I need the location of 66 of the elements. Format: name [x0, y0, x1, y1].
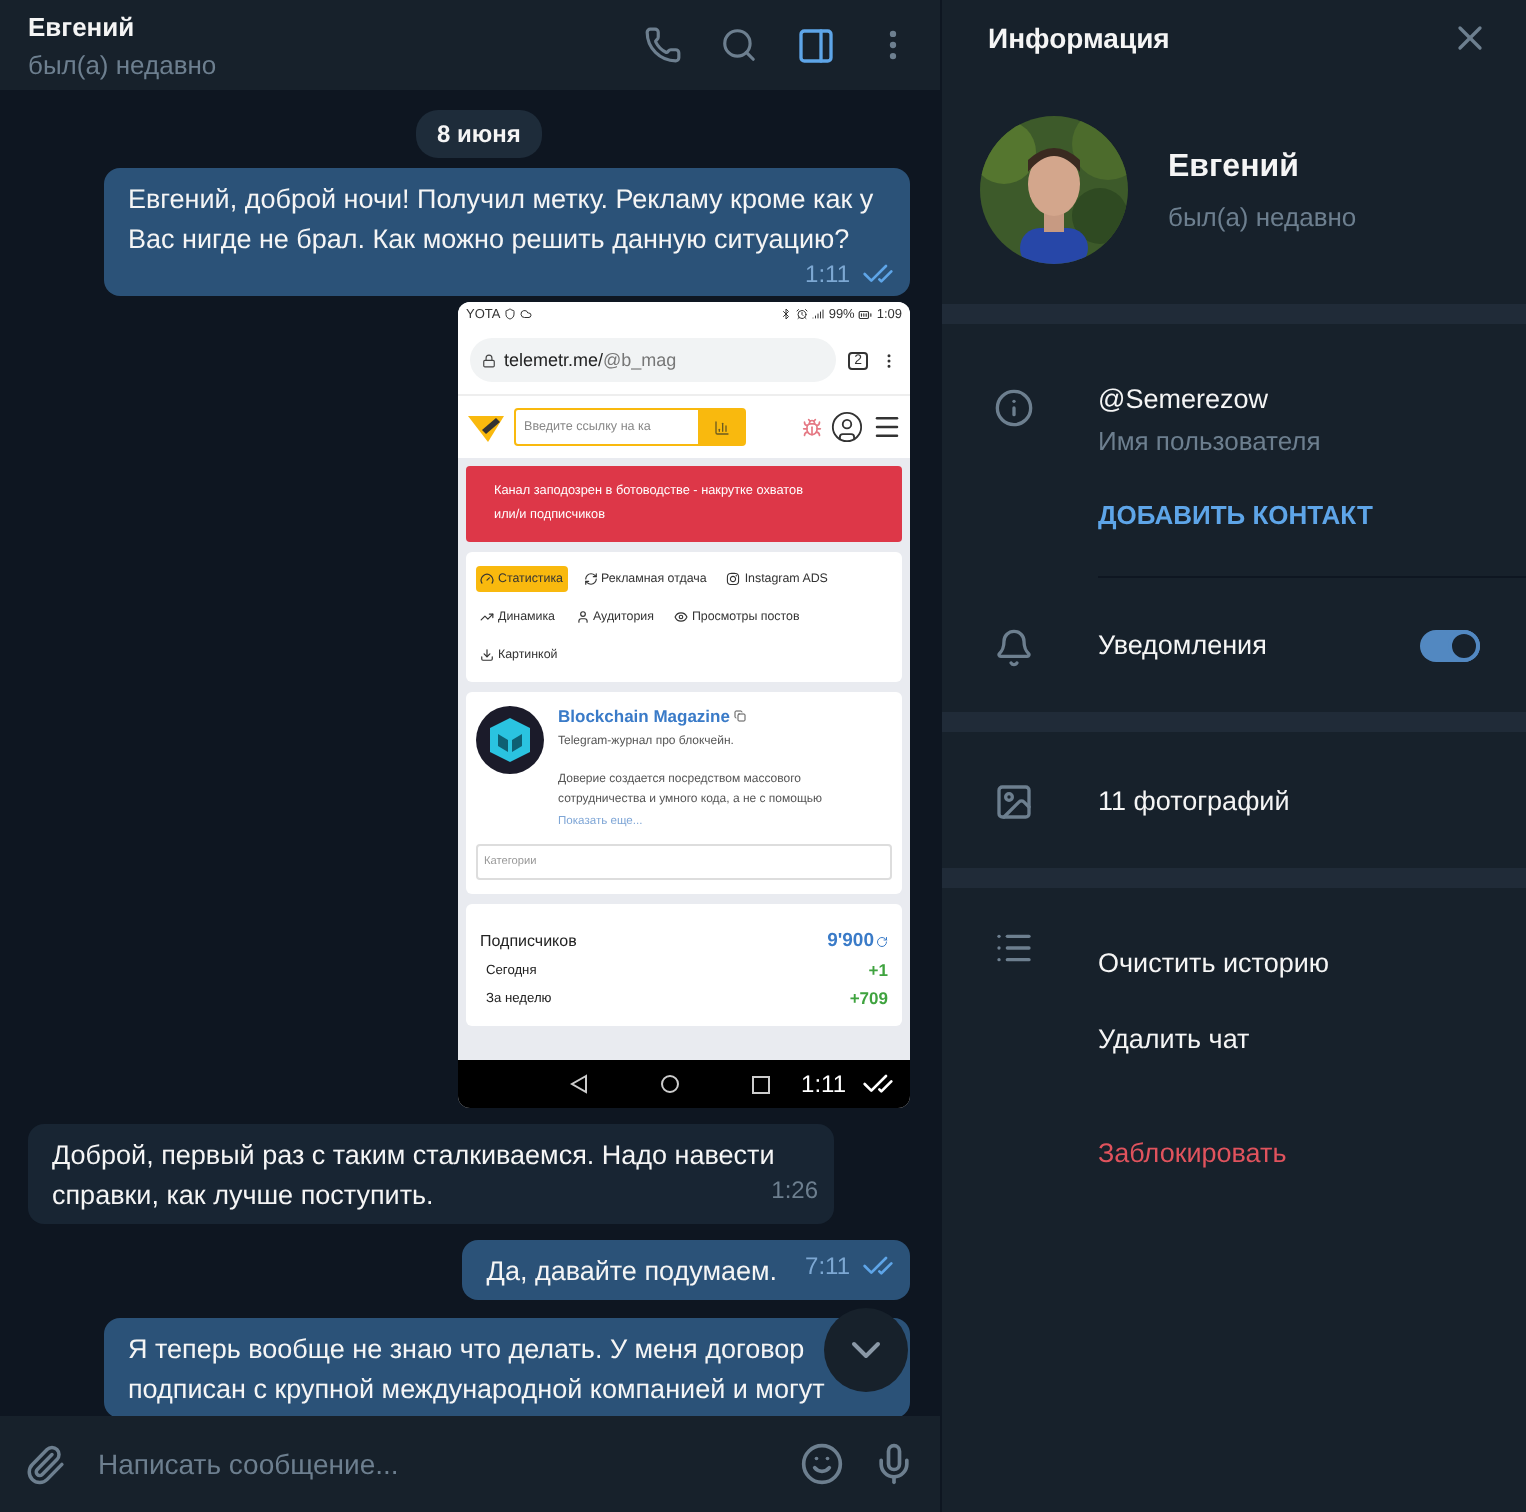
camera-icon — [726, 572, 741, 586]
home-icon[interactable] — [660, 1074, 680, 1094]
trend-icon — [480, 610, 494, 624]
message-time: 7:11 — [805, 1252, 850, 1280]
back-icon[interactable] — [570, 1074, 588, 1094]
bug-icon — [802, 417, 822, 437]
refresh-icon — [583, 572, 597, 586]
stat-value: +709 — [849, 988, 888, 1008]
action-button[interactable]: Очистить историю — [1098, 947, 1330, 977]
bluetooth-icon — [780, 308, 793, 320]
refresh-icon[interactable] — [876, 935, 888, 947]
battery-icon — [858, 307, 873, 321]
signal-icon — [812, 308, 825, 320]
username-label: Имя пользователя — [1098, 426, 1323, 456]
shield-icon — [504, 308, 517, 320]
add-contact-button[interactable]: ДОБАВИТЬ КОНТАКТ — [1098, 500, 1373, 530]
user-icon[interactable] — [830, 410, 864, 444]
chat-title: Евгений — [28, 11, 137, 41]
eye-icon — [673, 610, 688, 624]
phone-screenshot[interactable] — [458, 302, 910, 1108]
panel-title: Информация — [988, 22, 1172, 54]
search-icon[interactable] — [720, 26, 758, 64]
message-text: Евгений, доброй ночи! Получил метку. Рекламу кроме как у Вас нигде не брал. Как можно решить данную ситуацию? — [128, 184, 874, 254]
address-bar[interactable]: telemetr.me/@b_mag — [470, 338, 837, 382]
emoji-icon[interactable] — [800, 1442, 844, 1486]
image-icon — [994, 782, 1034, 822]
message-text: Да, давайте подумаем. — [486, 1256, 778, 1286]
chat-status: был(а) недавно — [28, 49, 219, 79]
chart-icon[interactable] — [713, 419, 729, 435]
message-time: 1:11 — [805, 260, 850, 288]
notifications-toggle[interactable] — [1420, 629, 1480, 661]
side-panel-icon[interactable] — [796, 25, 836, 65]
alarm-icon — [796, 308, 809, 320]
stat-label: Подписчиков — [480, 932, 577, 950]
recents-icon[interactable] — [752, 1075, 770, 1093]
logo-icon — [466, 411, 506, 443]
gauge-icon — [480, 572, 494, 586]
message-time: 1:11 — [801, 1070, 846, 1098]
menu-icon[interactable] — [872, 412, 902, 442]
photos-link[interactable]: 11 фотографий — [1098, 785, 1290, 815]
message-input[interactable]: Написать сообщение... — [94, 1446, 772, 1482]
message-composer[interactable]: Написать сообщение... — [0, 1416, 940, 1512]
user-icon — [575, 610, 589, 624]
action-button[interactable]: Удалить чат — [1098, 1023, 1250, 1053]
message-time: 1:26 — [771, 1176, 818, 1204]
stat-value: +1 — [868, 960, 888, 980]
phone-icon[interactable] — [644, 26, 682, 64]
action-button[interactable]: Заблокировать — [1098, 1138, 1287, 1168]
message-text: Я теперь вообще не знаю что делать. У меня договор подписан с крупной международной компанией и могут — [128, 1334, 825, 1404]
bell-icon — [994, 627, 1034, 667]
cloud-icon — [520, 308, 533, 320]
lock-icon — [482, 353, 496, 367]
attach-icon[interactable] — [24, 1443, 66, 1485]
profile-status: был(а) недавно — [1168, 201, 1357, 231]
copy-icon[interactable] — [734, 710, 747, 722]
notifications-label: Уведомления — [1098, 630, 1267, 660]
username: @Semerezow — [1098, 384, 1270, 414]
profile-name: Евгений — [1168, 149, 1301, 185]
channel-logo-icon — [476, 706, 544, 774]
url-text: telemetr.me/@b_mag — [504, 350, 677, 370]
date-badge: 8 июня — [415, 110, 543, 158]
download-icon — [480, 648, 494, 662]
stat-value: 9'900 — [827, 930, 888, 952]
message-text: Доброй, первый раз с таким сталкиваемся. Надо навести справки, как лучше поступить. — [52, 1140, 775, 1210]
info-icon — [994, 388, 1034, 428]
channel-name: Blockchain Magazine — [558, 706, 868, 726]
